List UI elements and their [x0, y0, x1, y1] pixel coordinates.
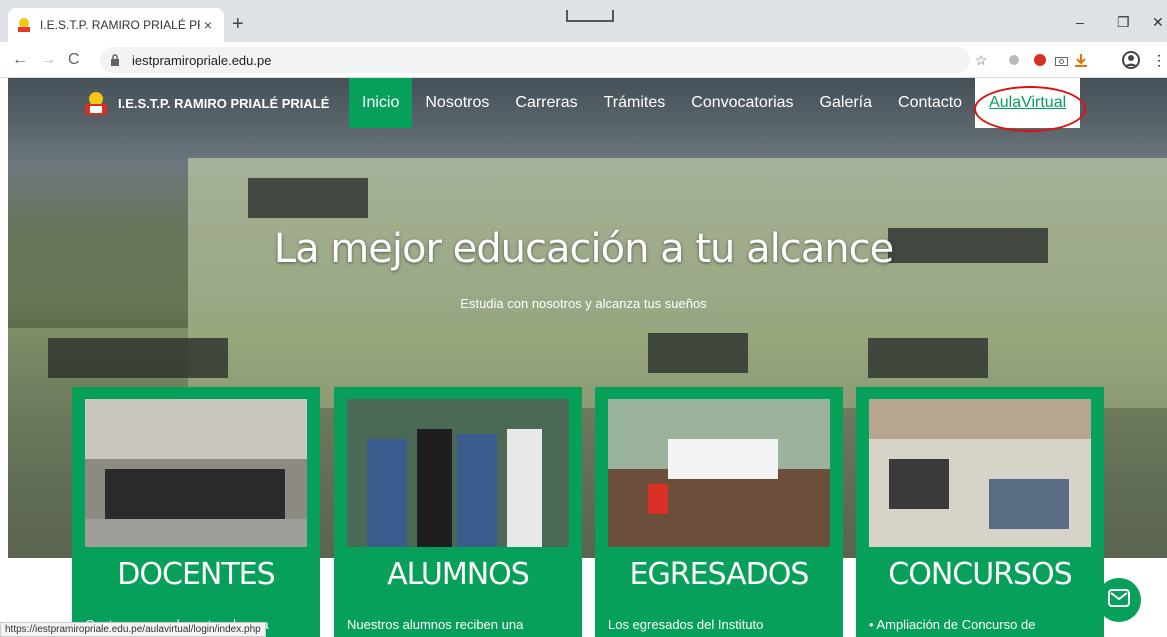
nav-galeria[interactable]: Galería [807, 78, 885, 128]
building-window [248, 178, 368, 218]
card-egresados[interactable]: EGRESADOS Los egresados del Instituto [595, 387, 843, 637]
reload-icon[interactable]: C [68, 51, 80, 69]
restore-button[interactable]: ❐ [1117, 14, 1130, 31]
status-bar-url: https://iestpramiropriale.edu.pe/aulavir… [0, 622, 266, 637]
lock-icon [110, 54, 124, 66]
chat-button[interactable] [1097, 578, 1141, 622]
highlight-circle [974, 86, 1086, 132]
brand-name: I.E.S.T.P. RAMIRO PRIALÉ PRIALÉ [118, 95, 330, 111]
browser-toolbar: ← → C iestpramiropriale.edu.pe ☆ ⋮ [0, 42, 1167, 78]
tab-title: I.E.S.T.P. RAMIRO PRIALÉ PRIALÉ [40, 18, 200, 32]
main-nav: Inicio Nosotros Carreras Trámites Convoc… [349, 78, 1081, 128]
card-text: Los egresados del Instituto [608, 617, 764, 632]
bookmark-star-icon[interactable]: ☆ [974, 52, 988, 68]
menu-dots-icon[interactable]: ⋮ [1152, 52, 1166, 68]
new-tab-button[interactable]: + [232, 14, 244, 34]
camera-icon[interactable] [1054, 53, 1068, 67]
envelope-icon [1108, 588, 1130, 612]
site-navbar: I.E.S.T.P. RAMIRO PRIALÉ PRIALÉ Inicio N… [0, 78, 1167, 132]
card-alumnos[interactable]: ALUMNOS Nuestros alumnos reciben una [334, 387, 582, 637]
window-drag-handle[interactable] [566, 10, 614, 22]
nav-inicio[interactable]: Inicio [349, 78, 413, 128]
minimize-button[interactable]: – [1076, 14, 1084, 30]
building-window [648, 333, 748, 373]
card-text: Nuestros alumnos reciben una [347, 617, 524, 632]
extension-gray-icon[interactable] [1007, 53, 1021, 67]
address-bar[interactable]: iestpramiropriale.edu.pe [100, 47, 970, 73]
nav-tramites[interactable]: Trámites [591, 78, 679, 128]
download-icon[interactable] [1074, 53, 1088, 67]
back-arrow-icon[interactable]: ← [12, 51, 28, 69]
building-window [868, 338, 988, 378]
close-window-button[interactable]: ✕ [1152, 14, 1164, 31]
url-text: iestpramiropriale.edu.pe [132, 52, 272, 68]
web-page: I.E.S.T.P. RAMIRO PRIALÉ PRIALÉ Inicio N… [0, 78, 1167, 637]
card-title: ALUMNOS [387, 557, 530, 592]
nav-convocatorias[interactable]: Convocatorias [678, 78, 806, 128]
building-window [48, 338, 228, 378]
site-brand[interactable]: I.E.S.T.P. RAMIRO PRIALÉ PRIALÉ [82, 90, 329, 116]
card-concursos[interactable]: CONCURSOS • Ampliación de Concurso de [856, 387, 1104, 637]
institute-logo-icon [82, 90, 110, 116]
card-text: • Ampliación de Concurso de [869, 617, 1036, 632]
card-title: DOCENTES [117, 557, 275, 592]
forward-arrow-icon[interactable]: → [40, 51, 56, 69]
profile-avatar-icon[interactable] [1122, 51, 1140, 69]
extension-red-icon[interactable] [1033, 53, 1047, 67]
browser-tab[interactable]: I.E.S.T.P. RAMIRO PRIALÉ PRIALÉ × [8, 8, 224, 42]
docentes-photo [85, 399, 307, 547]
concursos-photo [869, 399, 1091, 547]
site-favicon-icon [16, 17, 32, 33]
hero-subtitle: Estudia con nosotros y alcanza tus sueño… [460, 296, 707, 311]
card-title: EGRESADOS [629, 557, 810, 592]
egresados-photo [608, 399, 830, 547]
nav-carreras[interactable]: Carreras [502, 78, 590, 128]
card-title: CONCURSOS [888, 557, 1072, 592]
card-docentes[interactable]: DOCENTES Contamos con docentes de una [72, 387, 320, 637]
alumnos-photo [347, 399, 569, 547]
tab-close-icon[interactable]: × [200, 17, 216, 33]
tab-strip: I.E.S.T.P. RAMIRO PRIALÉ PRIALÉ × + – ❐ … [0, 0, 1167, 42]
nav-contacto[interactable]: Contacto [885, 78, 975, 128]
hero-title: La mejor educación a tu alcance [273, 226, 894, 272]
nav-nosotros[interactable]: Nosotros [412, 78, 502, 128]
